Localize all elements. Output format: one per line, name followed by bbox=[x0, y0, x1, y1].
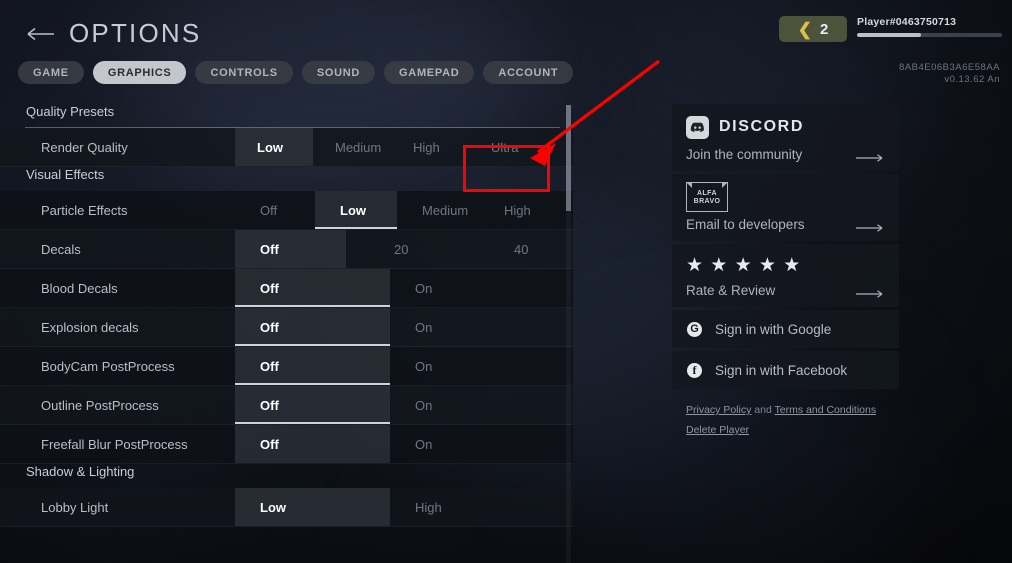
section-title: Visual Effects bbox=[26, 167, 105, 182]
option-lobby-light-low[interactable]: Low bbox=[235, 488, 390, 526]
settings-panel[interactable]: Quality Presets Render Quality Low Mediu… bbox=[0, 104, 573, 563]
setting-label: Particle Effects bbox=[41, 202, 128, 218]
arrow-right-icon bbox=[855, 286, 885, 298]
app-version: v0.13.62 An bbox=[944, 73, 1000, 85]
arrow-right-icon bbox=[855, 150, 885, 162]
discord-card[interactable]: DISCORD Join the community bbox=[672, 104, 899, 171]
sign-in-google-button[interactable]: G Sign in with Google bbox=[672, 310, 899, 348]
options-header: OPTIONS GAME GRAPHICS CONTROLS SOUND GAM… bbox=[0, 0, 600, 84]
rate-review-label: Rate & Review bbox=[686, 283, 776, 298]
player-progress-bar bbox=[857, 33, 1002, 37]
option-blood-decals-on[interactable]: On bbox=[390, 269, 550, 307]
arrow-right-icon bbox=[855, 220, 885, 232]
discord-brand: DISCORD bbox=[719, 118, 804, 135]
facebook-icon: f bbox=[687, 362, 702, 378]
setting-row-outline-postprocess[interactable]: Outline PostProcess Off On bbox=[0, 386, 573, 425]
option-outline-postprocess-on[interactable]: On bbox=[390, 386, 550, 424]
player-level-value: 2 bbox=[819, 20, 829, 38]
setting-label: Blood Decals bbox=[41, 280, 118, 296]
back-arrow-icon[interactable] bbox=[26, 21, 56, 47]
settings-tabs: GAME GRAPHICS CONTROLS SOUND GAMEPAD ACC… bbox=[0, 49, 600, 84]
setting-label: Decals bbox=[41, 241, 81, 257]
section-title: Quality Presets bbox=[26, 104, 115, 119]
player-info: ❮ 2 Player#0463750713 bbox=[779, 16, 1002, 42]
developers-card[interactable]: ALFA BRAVO Email to developers bbox=[672, 174, 899, 241]
star-rating-icon[interactable]: ★ ★ ★ ★ ★ bbox=[686, 254, 885, 276]
sign-in-google-label: Sign in with Google bbox=[715, 321, 832, 337]
setting-label: Explosion decals bbox=[41, 319, 139, 335]
rate-review-row[interactable]: Rate & Review bbox=[686, 283, 885, 298]
setting-row-lobby-light[interactable]: Lobby Light Low High bbox=[0, 488, 573, 527]
setting-label: BodyCam PostProcess bbox=[41, 358, 175, 374]
discord-join-label: Join the community bbox=[686, 147, 803, 162]
privacy-policy-link[interactable]: Privacy Policy bbox=[686, 404, 751, 416]
option-freefall-blur-off[interactable]: Off bbox=[235, 425, 390, 463]
option-explosion-decals-on[interactable]: On bbox=[390, 308, 550, 346]
option-blood-decals-off[interactable]: Off bbox=[235, 269, 390, 307]
option-decals-20[interactable]: 20 bbox=[346, 230, 468, 268]
option-bodycam-postprocess-on[interactable]: On bbox=[390, 347, 550, 385]
player-name: Player#0463750713 bbox=[857, 16, 957, 28]
setting-row-freefall-blur-postprocess[interactable]: Freefall Blur PostProcess Off On bbox=[0, 425, 573, 464]
option-particle-effects-off[interactable]: Off bbox=[235, 191, 315, 229]
setting-row-blood-decals[interactable]: Blood Decals Off On bbox=[0, 269, 573, 308]
section-header-shadow-lighting: Shadow & Lighting bbox=[0, 464, 573, 488]
alfa-bravo-logo-icon: ALFA BRAVO bbox=[686, 182, 728, 212]
option-lobby-light-high[interactable]: High bbox=[390, 488, 550, 526]
option-render-quality-high[interactable]: High bbox=[391, 128, 469, 166]
option-decals-40[interactable]: 40 bbox=[468, 230, 573, 268]
tab-sound[interactable]: SOUND bbox=[301, 61, 376, 84]
delete-player-link[interactable]: Delete Player bbox=[686, 424, 749, 436]
setting-label: Freefall Blur PostProcess bbox=[41, 436, 188, 452]
option-bodycam-postprocess-off[interactable]: Off bbox=[235, 347, 390, 385]
option-particle-effects-high[interactable]: High bbox=[479, 191, 531, 229]
email-developers-row[interactable]: Email to developers bbox=[686, 217, 885, 232]
section-header-visual-effects: Visual Effects bbox=[0, 167, 573, 191]
settings-scrollbar[interactable] bbox=[566, 105, 571, 563]
google-icon: G bbox=[687, 321, 702, 337]
setting-row-explosion-decals[interactable]: Explosion decals Off On bbox=[0, 308, 573, 347]
badge-line-1: ALFA bbox=[697, 189, 717, 197]
legal-conjunction: and bbox=[751, 404, 775, 416]
chevron-left-icon: ❮ bbox=[797, 19, 812, 39]
option-outline-postprocess-off[interactable]: Off bbox=[235, 386, 390, 424]
discord-join-row[interactable]: Join the community bbox=[686, 147, 885, 162]
legal-links: Privacy Policy and Terms and Conditions … bbox=[672, 392, 899, 441]
section-header-quality-presets: Quality Presets bbox=[0, 104, 573, 128]
setting-label: Render Quality bbox=[41, 139, 128, 155]
social-sidebar: DISCORD Join the community ALFA BRAVO Em bbox=[672, 104, 899, 441]
section-title: Shadow & Lighting bbox=[26, 464, 135, 479]
option-freefall-blur-on[interactable]: On bbox=[390, 425, 550, 463]
tab-controls[interactable]: CONTROLS bbox=[195, 61, 293, 84]
page-title: OPTIONS bbox=[69, 18, 202, 48]
tab-account[interactable]: ACCOUNT bbox=[483, 61, 574, 84]
option-render-quality-low[interactable]: Low bbox=[235, 128, 313, 166]
setting-row-particle-effects[interactable]: Particle Effects Off Low Medium High bbox=[0, 191, 573, 230]
setting-row-decals[interactable]: Decals Off 20 40 bbox=[0, 230, 573, 269]
device-hash: 8AB4E06B3A6E58AA bbox=[899, 62, 1000, 73]
option-particle-effects-medium[interactable]: Medium bbox=[397, 191, 479, 229]
setting-label: Lobby Light bbox=[41, 499, 109, 515]
scrollbar-thumb[interactable] bbox=[566, 105, 571, 211]
setting-row-bodycam-postprocess[interactable]: BodyCam PostProcess Off On bbox=[0, 347, 573, 386]
tab-graphics[interactable]: GRAPHICS bbox=[92, 61, 187, 84]
terms-conditions-link[interactable]: Terms and Conditions bbox=[775, 404, 877, 416]
option-render-quality-ultra[interactable]: Ultra bbox=[469, 128, 547, 166]
build-info: 8AB4E06B3A6E58AA v0.13.62 An bbox=[899, 62, 1000, 86]
option-decals-off[interactable]: Off bbox=[235, 230, 346, 268]
tab-game[interactable]: GAME bbox=[18, 61, 84, 84]
email-developers-label: Email to developers bbox=[686, 217, 805, 232]
badge-line-2: BRAVO bbox=[693, 197, 721, 205]
setting-row-render-quality[interactable]: Render Quality Low Medium High Ultra bbox=[0, 128, 573, 167]
tab-gamepad[interactable]: GAMEPAD bbox=[384, 61, 475, 84]
setting-label: Outline PostProcess bbox=[41, 397, 159, 413]
option-particle-effects-low[interactable]: Low bbox=[315, 191, 397, 229]
option-explosion-decals-off[interactable]: Off bbox=[235, 308, 390, 346]
rate-review-card[interactable]: ★ ★ ★ ★ ★ Rate & Review bbox=[672, 244, 899, 307]
option-render-quality-medium[interactable]: Medium bbox=[313, 128, 391, 166]
discord-icon bbox=[686, 115, 709, 139]
sign-in-facebook-label: Sign in with Facebook bbox=[715, 362, 848, 378]
player-level-badge[interactable]: ❮ 2 bbox=[779, 16, 847, 42]
sign-in-facebook-button[interactable]: f Sign in with Facebook bbox=[672, 351, 899, 389]
